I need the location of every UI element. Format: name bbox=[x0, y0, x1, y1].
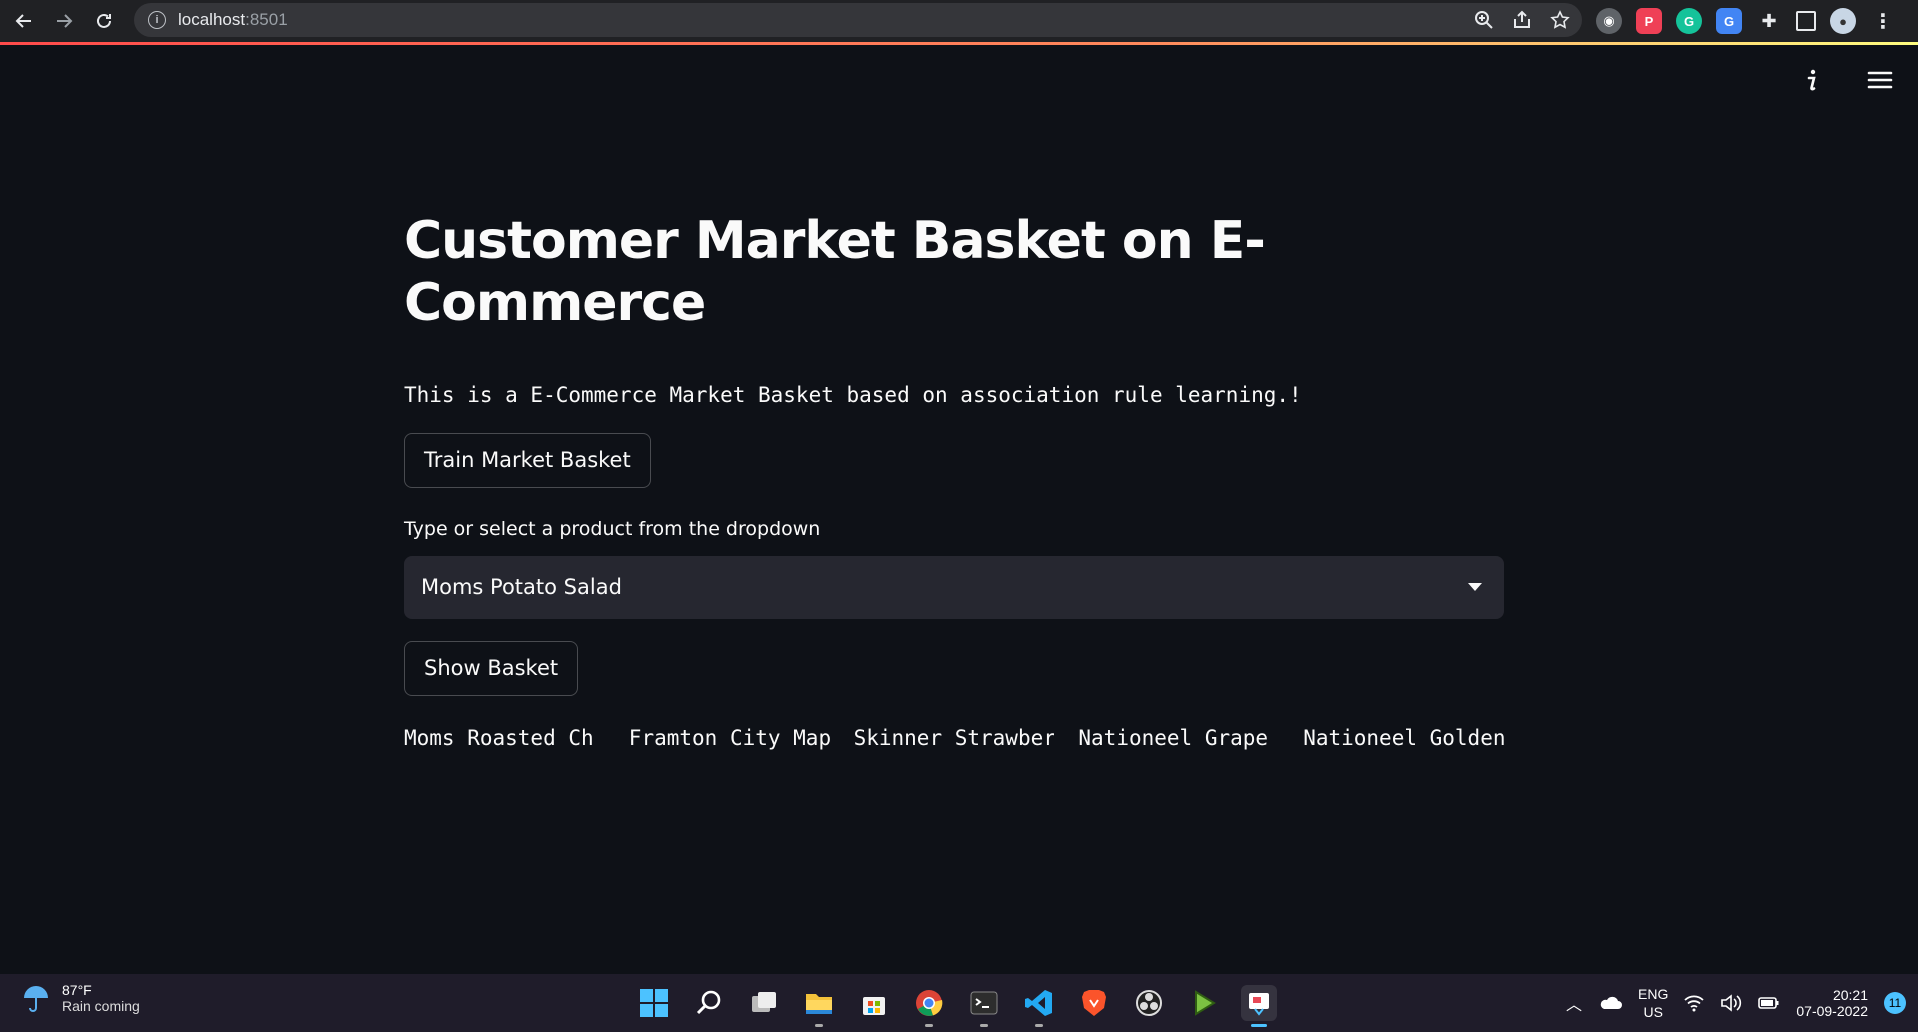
basket-item: Framton City Map bbox=[628, 725, 830, 750]
extension-owl-icon[interactable]: ◉ bbox=[1596, 8, 1622, 34]
weather-description: Rain coming bbox=[62, 998, 140, 1014]
brave-app[interactable] bbox=[1076, 985, 1112, 1021]
system-clock[interactable]: 20:21 07-09-2022 bbox=[1796, 987, 1868, 1019]
info-icon[interactable] bbox=[1798, 66, 1826, 94]
running-indicator bbox=[1035, 1024, 1043, 1027]
obs-app[interactable] bbox=[1131, 985, 1167, 1021]
basket-item: Skinner Strawberry bbox=[853, 725, 1055, 750]
arrow-right-icon bbox=[57, 14, 73, 28]
windows-logo-icon bbox=[640, 989, 668, 1017]
volume-icon[interactable] bbox=[1720, 994, 1742, 1012]
forward-button[interactable] bbox=[44, 3, 84, 39]
vscode-icon bbox=[1025, 990, 1052, 1016]
running-indicator bbox=[815, 1024, 823, 1027]
extensions-puzzle-icon[interactable]: ✚ bbox=[1756, 8, 1782, 34]
task-view-button[interactable] bbox=[746, 985, 782, 1021]
file-explorer-app[interactable] bbox=[801, 985, 837, 1027]
chevron-up-icon[interactable]: ︿ bbox=[1566, 991, 1582, 1015]
search-icon bbox=[696, 990, 721, 1015]
basket-results: Moms Roasted Ch Framton City Map Skinner… bbox=[404, 726, 1504, 750]
notification-badge[interactable]: 11 bbox=[1884, 992, 1906, 1014]
url-host: localhost bbox=[178, 10, 246, 29]
clock-date: 07-09-2022 bbox=[1796, 1003, 1868, 1019]
zoom-icon[interactable] bbox=[1474, 10, 1494, 30]
terminal-app[interactable] bbox=[966, 985, 1002, 1027]
product-select-label: Type or select a product from the dropdo… bbox=[404, 517, 821, 540]
share-icon[interactable] bbox=[1512, 10, 1532, 30]
chrome-icon bbox=[916, 990, 943, 1016]
battery-icon[interactable] bbox=[1758, 995, 1780, 1011]
clock-time: 20:21 bbox=[1832, 987, 1868, 1003]
onedrive-cloud-icon[interactable] bbox=[1598, 995, 1623, 1011]
running-indicator bbox=[980, 1024, 988, 1027]
weather-widget[interactable]: 87°F Rain coming bbox=[20, 982, 140, 1014]
browser-menu-icon[interactable]: ⋮ bbox=[1870, 8, 1896, 34]
terminal-icon bbox=[970, 991, 998, 1015]
description-text: This is a E-Commerce Market Basket based… bbox=[404, 382, 1302, 407]
extension-grammarly-icon[interactable]: G bbox=[1676, 8, 1702, 34]
folder-icon bbox=[806, 994, 832, 1014]
vscode-app[interactable] bbox=[1021, 985, 1057, 1027]
umbrella-icon bbox=[24, 986, 48, 1012]
language-code: ENG bbox=[1638, 985, 1669, 1002]
hamburger-menu-icon[interactable] bbox=[1866, 66, 1894, 94]
product-select[interactable]: Moms Potato Salad bbox=[404, 555, 1504, 619]
wifi-icon[interactable] bbox=[1684, 994, 1704, 1012]
start-button[interactable] bbox=[636, 985, 672, 1021]
snipping-tool-app[interactable] bbox=[1241, 985, 1277, 1027]
bookmark-star-icon[interactable] bbox=[1550, 10, 1570, 30]
extension-translate-icon[interactable]: G bbox=[1716, 8, 1742, 34]
profile-avatar[interactable]: ● bbox=[1830, 8, 1856, 34]
weather-temperature: 87°F bbox=[62, 982, 92, 998]
obs-icon bbox=[1136, 990, 1162, 1016]
windows-taskbar: 87°F Rain coming ︿ ENG US 20:21 07-09-20… bbox=[0, 974, 1918, 1032]
active-indicator bbox=[1251, 1024, 1267, 1027]
streamlit-header-decoration bbox=[0, 42, 1918, 45]
arrow-left-icon bbox=[15, 14, 31, 28]
site-info-icon[interactable]: i bbox=[148, 11, 166, 29]
search-button[interactable] bbox=[691, 985, 727, 1021]
show-basket-button[interactable]: Show Basket bbox=[404, 640, 579, 696]
basket-item: Nationeel Grape bbox=[1078, 725, 1269, 750]
running-indicator bbox=[925, 1024, 933, 1027]
extension-pocket-icon[interactable]: P bbox=[1636, 8, 1662, 34]
chrome-app[interactable] bbox=[911, 985, 947, 1027]
store-icon bbox=[863, 997, 885, 1015]
reload-button[interactable] bbox=[84, 3, 124, 39]
address-bar[interactable]: i localhost:8501 bbox=[134, 3, 1582, 37]
basket-item: Nationeel Golden bbox=[1303, 725, 1504, 750]
caret-down-icon[interactable] bbox=[1468, 582, 1482, 591]
train-market-basket-button[interactable]: Train Market Basket bbox=[404, 432, 651, 488]
side-panel-icon[interactable] bbox=[1796, 11, 1816, 31]
region-code: US bbox=[1643, 1004, 1663, 1020]
task-view-icon bbox=[752, 992, 776, 1012]
browser-toolbar: i localhost:8501 ◉ P G G ✚ ● ⋮ bbox=[0, 0, 1918, 42]
url-port: :8501 bbox=[245, 10, 288, 29]
product-select-value: Moms Potato Salad bbox=[421, 575, 622, 600]
media-player-app[interactable] bbox=[1186, 985, 1222, 1021]
snipping-tool-icon bbox=[1249, 993, 1269, 1016]
main-content: Customer Market Basket on E-Commerce Thi… bbox=[404, 210, 1504, 750]
basket-item: Moms Roasted Ch bbox=[404, 725, 594, 750]
reload-icon bbox=[97, 13, 111, 28]
microsoft-store-app[interactable] bbox=[856, 985, 892, 1021]
brave-lion-icon bbox=[1082, 990, 1106, 1016]
back-button[interactable] bbox=[4, 3, 44, 39]
page-title: Customer Market Basket on E-Commerce bbox=[404, 211, 1266, 334]
play-icon bbox=[1195, 990, 1216, 1016]
language-indicator[interactable]: ENG US bbox=[1638, 985, 1668, 1021]
